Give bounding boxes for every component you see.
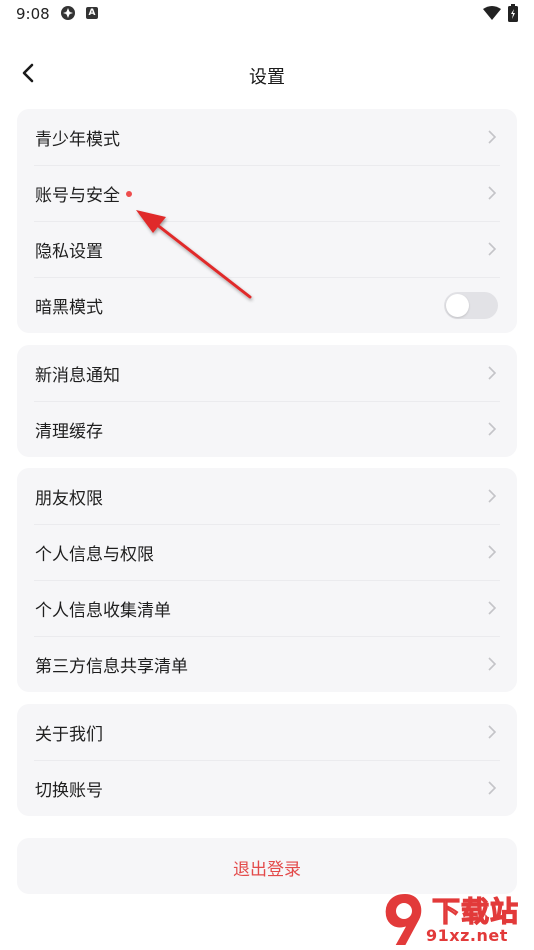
header: 设置: [0, 50, 534, 96]
logout-button[interactable]: 退出登录: [17, 838, 517, 894]
letter-notification-icon: A: [86, 7, 98, 19]
setting-teen-mode[interactable]: 青少年模式: [17, 109, 517, 165]
setting-about-us[interactable]: 关于我们: [17, 704, 517, 760]
chevron-right-icon: [488, 725, 497, 739]
watermark-title: 下载站: [431, 894, 520, 928]
logout-label: 退出登录: [233, 860, 301, 880]
setting-label: 切换账号: [35, 781, 103, 801]
setting-friend-permissions[interactable]: 朋友权限: [17, 468, 517, 524]
setting-label-text: 账号与安全: [35, 186, 120, 206]
setting-label: 第三方信息共享清单: [35, 657, 188, 677]
chevron-right-icon: [488, 366, 497, 380]
chevron-right-icon: [488, 545, 497, 559]
site-logo-icon: [383, 891, 424, 947]
status-time: 9:08: [16, 5, 50, 23]
settings-group-1: 青少年模式 账号与安全 隐私设置 暗黑模式: [17, 109, 517, 333]
chevron-right-icon: [488, 242, 497, 256]
setting-label: 账号与安全: [35, 181, 132, 206]
chevron-right-icon: [488, 130, 497, 144]
setting-label: 新消息通知: [35, 366, 120, 386]
setting-label: 关于我们: [35, 725, 103, 745]
dark-mode-toggle[interactable]: [444, 292, 498, 319]
setting-clear-cache[interactable]: 清理缓存: [17, 401, 517, 457]
setting-label: 个人信息与权限: [35, 545, 154, 565]
watermark-logo: 下载站 91xz.net: [380, 888, 534, 950]
status-bar: 9:08 A: [0, 0, 534, 30]
page-title: 设置: [249, 67, 285, 88]
chevron-right-icon: [488, 489, 497, 503]
settings-group-4: 关于我们 切换账号: [17, 704, 517, 816]
watermark-domain: 91xz.net: [426, 926, 508, 945]
setting-label: 清理缓存: [35, 422, 103, 442]
setting-label: 青少年模式: [35, 130, 120, 150]
setting-personal-info-collection-list[interactable]: 个人信息收集清单: [17, 580, 517, 636]
setting-third-party-sharing-list[interactable]: 第三方信息共享清单: [17, 636, 517, 692]
chevron-right-icon: [488, 186, 497, 200]
settings-group-2: 新消息通知 清理缓存: [17, 345, 517, 457]
setting-label: 朋友权限: [35, 489, 103, 509]
chevron-right-icon: [488, 657, 497, 671]
setting-privacy[interactable]: 隐私设置: [17, 221, 517, 277]
battery-icon: [508, 4, 518, 22]
setting-account-security[interactable]: 账号与安全: [17, 165, 517, 221]
chevron-right-icon: [488, 601, 497, 615]
wifi-icon: [483, 6, 501, 20]
setting-switch-account[interactable]: 切换账号: [17, 760, 517, 816]
settings-group-3: 朋友权限 个人信息与权限 个人信息收集清单 第三方信息共享清单: [17, 468, 517, 692]
setting-label: 暗黑模式: [35, 298, 103, 318]
app-notification-icon: [61, 6, 75, 20]
setting-dark-mode: 暗黑模式: [17, 277, 517, 333]
chevron-right-icon: [488, 781, 497, 795]
toggle-knob: [446, 294, 469, 317]
setting-personal-info-permissions[interactable]: 个人信息与权限: [17, 524, 517, 580]
setting-label: 隐私设置: [35, 242, 103, 262]
new-badge-dot: [126, 191, 132, 197]
setting-label: 个人信息收集清单: [35, 601, 171, 621]
chevron-right-icon: [488, 422, 497, 436]
setting-new-message-notification[interactable]: 新消息通知: [17, 345, 517, 401]
